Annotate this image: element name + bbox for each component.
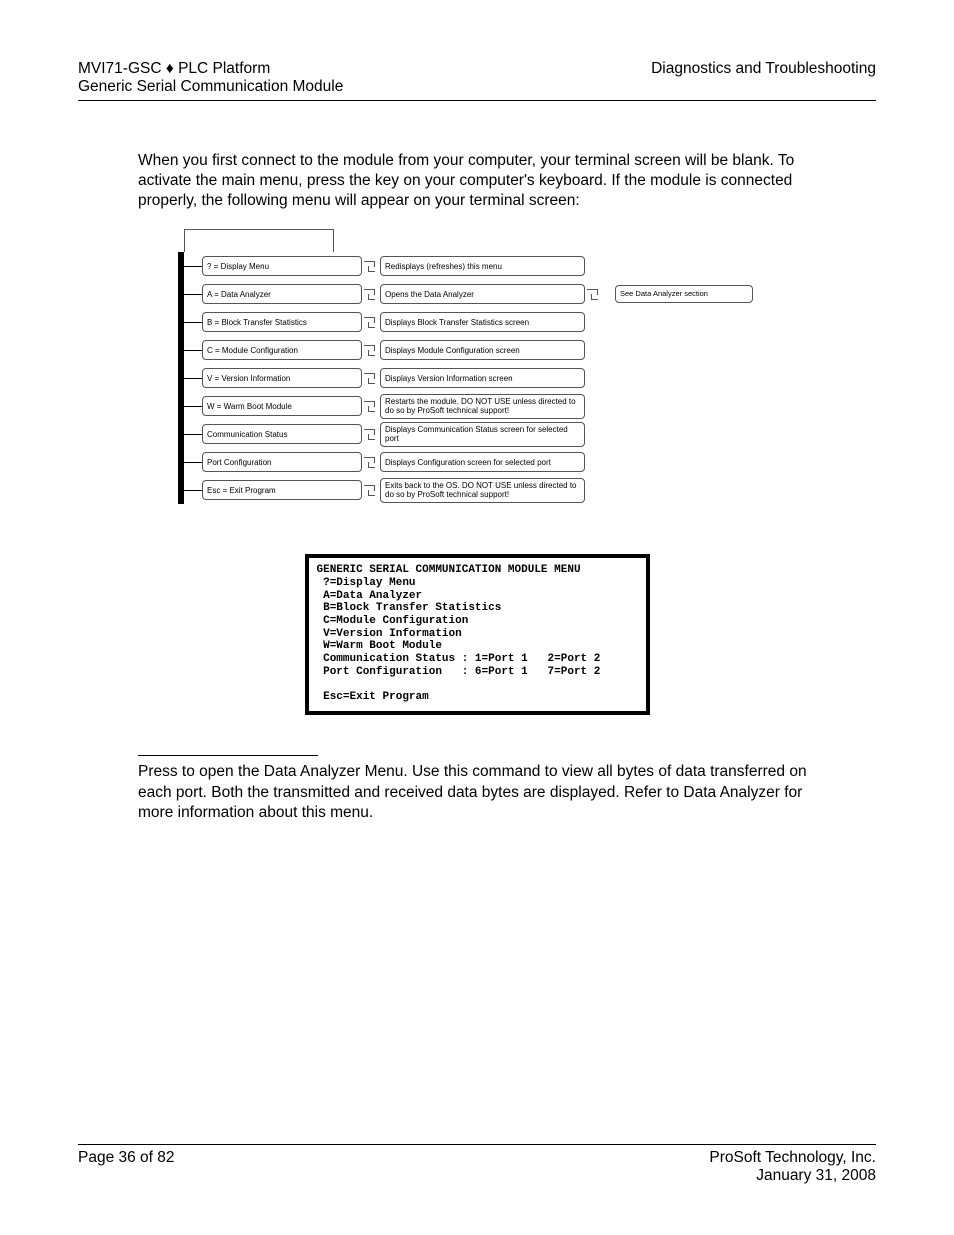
menu-item-box: ? = Display Menu (202, 256, 362, 276)
page-footer: Page 36 of 82 ProSoft Technology, Inc. J… (78, 1144, 876, 1185)
menu-description-box: Displays Version Information screen (380, 368, 585, 388)
footer-company: ProSoft Technology, Inc. (709, 1149, 876, 1167)
connector-line (184, 378, 202, 379)
diagram-row: V = Version Information Displays Version … (184, 364, 768, 392)
menu-description-box: Redisplays (refreshes) this menu (380, 256, 585, 276)
menu-item-box: Esc = Exit Program (202, 480, 362, 500)
intro-paragraph: When you first connect to the module fro… (138, 151, 836, 211)
arrow-connector-icon (362, 483, 380, 497)
data-analyzer-paragraph: Press to open the Data Analyzer Menu. Us… (138, 762, 836, 822)
arrow-connector-icon (362, 427, 380, 441)
arrow-connector-icon (362, 287, 380, 301)
menu-reference-box: See Data Analyzer section (615, 285, 753, 303)
connector-line (184, 322, 202, 323)
connector-line (184, 350, 202, 351)
menu-item-box: W = Warm Boot Module (202, 396, 362, 416)
menu-item-box: C = Module Configuration (202, 340, 362, 360)
diagram-row: Communication Status Displays Communicati… (184, 420, 768, 448)
arrow-connector-icon (362, 343, 380, 357)
header-left-line2: Generic Serial Communication Module (78, 78, 343, 96)
connector-line (184, 406, 202, 407)
menu-item-box: Port Configuration (202, 452, 362, 472)
terminal-screenshot: GENERIC SERIAL COMMUNICATION MODULE MENU… (305, 554, 650, 715)
diagram-row: ? = Display Menu Redisplays (refreshes) t… (184, 252, 768, 280)
header-right-line1: Diagnostics and Troubleshooting (651, 60, 876, 78)
diagram-tab-icon (184, 229, 334, 252)
diagram-row: Port Configuration Displays Configuration… (184, 448, 768, 476)
footer-page-number: Page 36 of 82 (78, 1149, 175, 1185)
menu-item-box: A = Data Analyzer (202, 284, 362, 304)
section-divider (138, 755, 318, 756)
menu-description-box: Restarts the module. DO NOT USE unless d… (380, 394, 585, 418)
menu-description-box: Exits back to the OS. DO NOT USE unless … (380, 478, 585, 502)
diagram-row: B = Block Transfer Statistics Displays Bl… (184, 308, 768, 336)
menu-item-box: B = Block Transfer Statistics (202, 312, 362, 332)
connector-line (184, 266, 202, 267)
menu-description-box: Displays Block Transfer Statistics scree… (380, 312, 585, 332)
connector-line (184, 490, 202, 491)
diagram-row: W = Warm Boot Module Restarts the module.… (184, 392, 768, 420)
diagram-spine (178, 252, 184, 504)
menu-diagram: ? = Display Menu Redisplays (refreshes) t… (178, 229, 768, 504)
footer-date: January 31, 2008 (709, 1167, 876, 1185)
menu-description-box: Opens the Data Analyzer (380, 284, 585, 304)
arrow-connector-icon (585, 287, 603, 301)
connector-line (184, 294, 202, 295)
arrow-connector-icon (362, 371, 380, 385)
page-header: MVI71-GSC ♦ PLC Platform Generic Serial … (78, 60, 876, 101)
menu-item-box: Communication Status (202, 424, 362, 444)
connector-line (184, 462, 202, 463)
menu-description-box: Displays Module Configuration screen (380, 340, 585, 360)
menu-description-box: Displays Communication Status screen for… (380, 422, 585, 446)
diagram-row: A = Data Analyzer Opens the Data Analyzer… (184, 280, 768, 308)
diagram-row: C = Module Configuration Displays Module … (184, 336, 768, 364)
connector-line (184, 434, 202, 435)
arrow-connector-icon (362, 315, 380, 329)
menu-item-box: V = Version Information (202, 368, 362, 388)
diagram-row: Esc = Exit Program Exits back to the OS. … (184, 476, 768, 504)
arrow-connector-icon (362, 259, 380, 273)
arrow-connector-icon (362, 455, 380, 469)
arrow-connector-icon (362, 399, 380, 413)
header-left-line1: MVI71-GSC ♦ PLC Platform (78, 60, 343, 78)
menu-description-box: Displays Configuration screen for select… (380, 452, 585, 472)
